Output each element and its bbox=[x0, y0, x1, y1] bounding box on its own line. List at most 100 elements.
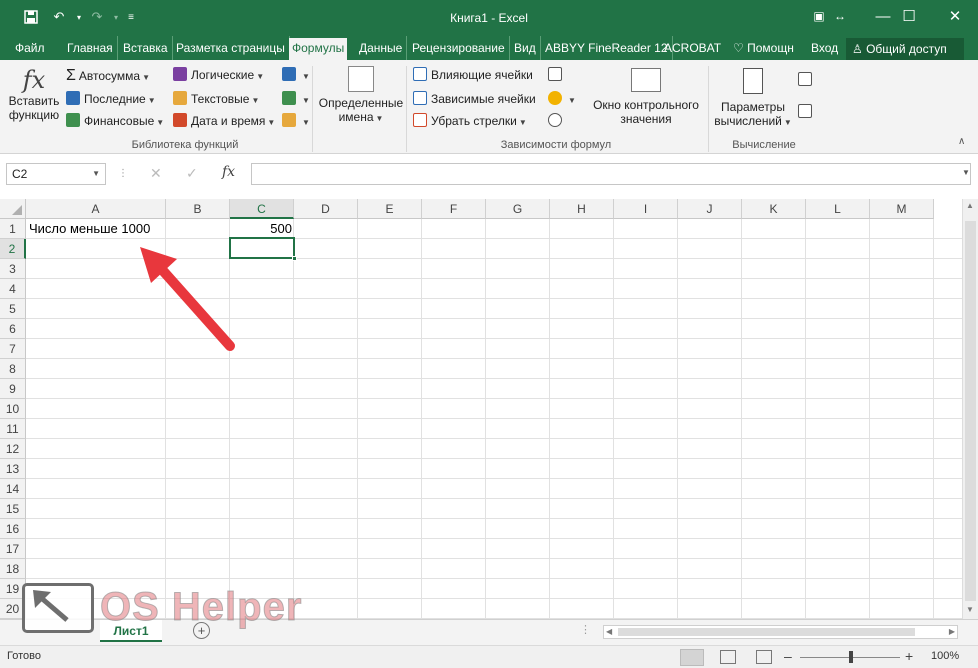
column-header-l[interactable]: L bbox=[806, 199, 870, 219]
column-header-j[interactable]: J bbox=[678, 199, 742, 219]
defined-names-button[interactable]: Определенные имена ▼ bbox=[318, 64, 404, 124]
scrollbar-thumb[interactable] bbox=[965, 221, 976, 601]
enter-icon[interactable]: ✓ bbox=[186, 165, 198, 182]
chevron-down-icon: ▼ bbox=[147, 96, 156, 105]
tab-formulas[interactable]: Формулы bbox=[289, 38, 348, 60]
text-button[interactable]: Текстовые ▼ bbox=[173, 91, 259, 106]
vertical-scrollbar[interactable]: ▲ ▼ bbox=[962, 199, 978, 619]
tab-abbyy[interactable]: ABBYY FineReader 12 bbox=[545, 36, 673, 60]
row-header-10[interactable]: 10 bbox=[0, 399, 26, 419]
trace-precedents-button[interactable]: Влияющие ячейки bbox=[413, 67, 533, 82]
cancel-icon[interactable]: ✕ bbox=[150, 165, 162, 182]
trace-dependents-button[interactable]: Зависимые ячейки bbox=[413, 91, 536, 106]
row-header-6[interactable]: 6 bbox=[0, 319, 26, 339]
horizontal-scrollbar-thumb[interactable] bbox=[618, 628, 915, 636]
column-header-i[interactable]: I bbox=[614, 199, 678, 219]
calc-options-button[interactable]: Параметры вычислений ▼ bbox=[712, 64, 794, 128]
normal-view-icon[interactable] bbox=[680, 649, 704, 666]
row-header-14[interactable]: 14 bbox=[0, 479, 26, 499]
logical-button[interactable]: Логические ▼ bbox=[173, 67, 264, 82]
tab-home[interactable]: Главная bbox=[67, 36, 118, 60]
tab-data[interactable]: Данные bbox=[359, 36, 408, 60]
calc-now-icon[interactable] bbox=[798, 72, 816, 87]
column-header-a[interactable]: A bbox=[26, 199, 166, 219]
row-header-7[interactable]: 7 bbox=[0, 339, 26, 359]
page-layout-view-icon[interactable] bbox=[720, 650, 736, 664]
column-header-h[interactable]: H bbox=[550, 199, 614, 219]
evaluate-formula-icon[interactable] bbox=[548, 113, 566, 128]
tab-acrobat[interactable]: ACROBAT bbox=[664, 36, 721, 60]
zoom-in-icon[interactable]: + bbox=[905, 648, 913, 664]
remove-arrows-button[interactable]: Убрать стрелки ▼ bbox=[413, 113, 527, 128]
row-header-11[interactable]: 11 bbox=[0, 419, 26, 439]
column-header-c[interactable]: C bbox=[230, 199, 294, 219]
expand-formula-icon[interactable]: ▼ bbox=[962, 168, 970, 177]
column-header-e[interactable]: E bbox=[358, 199, 422, 219]
zoom-slider-thumb[interactable] bbox=[849, 651, 853, 663]
row-header-8[interactable]: 8 bbox=[0, 359, 26, 379]
autosum-button[interactable]: Σ Автосумма ▼ bbox=[66, 67, 150, 85]
row-header-2[interactable]: 2 bbox=[0, 239, 26, 259]
row-header-15[interactable]: 15 bbox=[0, 499, 26, 519]
scroll-left-icon[interactable]: ◀ bbox=[606, 626, 612, 638]
column-header-g[interactable]: G bbox=[486, 199, 550, 219]
tab-insert[interactable]: Вставка bbox=[123, 36, 173, 60]
scroll-right-icon[interactable]: ▶ bbox=[949, 626, 955, 638]
ribbon-tabs: Файл Главная Вставка Разметка страницы Ф… bbox=[0, 36, 978, 60]
formula-input[interactable] bbox=[251, 163, 971, 185]
tab-page-layout[interactable]: Разметка страницы bbox=[176, 36, 290, 60]
insert-function-button[interactable]: fx Вставить функцию bbox=[8, 66, 60, 122]
row-header-3[interactable]: 3 bbox=[0, 259, 26, 279]
warning-glyph bbox=[548, 91, 562, 105]
page-break-view-icon[interactable] bbox=[756, 650, 772, 664]
row-header-4[interactable]: 4 bbox=[0, 279, 26, 299]
column-header-m[interactable]: M bbox=[870, 199, 934, 219]
row-header-16[interactable]: 16 bbox=[0, 519, 26, 539]
name-box[interactable]: C2 ▼ bbox=[6, 163, 106, 185]
row-header-17[interactable]: 17 bbox=[0, 539, 26, 559]
more-functions-button[interactable]: ▼ bbox=[282, 113, 310, 128]
cell-a1[interactable]: Число меньше 1000 bbox=[29, 219, 150, 239]
maximize-button[interactable]: ☐ bbox=[886, 0, 932, 32]
error-checking-icon[interactable]: ▼ bbox=[548, 91, 576, 106]
tab-split-icon[interactable]: ⋮ bbox=[580, 623, 591, 636]
insert-function-icon[interactable]: fx bbox=[222, 164, 235, 180]
row-header-1[interactable]: 1 bbox=[0, 219, 26, 239]
sign-in-link[interactable]: Вход bbox=[811, 36, 838, 60]
watch-window-button[interactable]: Окно контрольного значения bbox=[588, 64, 704, 126]
datetime-button[interactable]: Дата и время ▼ bbox=[173, 113, 275, 128]
tab-file[interactable]: Файл bbox=[15, 36, 45, 60]
collapse-ribbon-icon[interactable]: ∧ bbox=[958, 136, 965, 147]
horizontal-scrollbar[interactable]: ◀ ▶ bbox=[603, 625, 958, 639]
worksheet-grid[interactable]: ABCDEFGHIJKLM 1 2 3 4 5 6 7 8 9 10 11 12 13 14 15 16 17 1… bbox=[0, 199, 962, 619]
tab-review[interactable]: Рецензирование bbox=[412, 36, 510, 60]
scroll-down-icon[interactable]: ▼ bbox=[966, 605, 974, 614]
financial-button[interactable]: Финансовые ▼ bbox=[66, 113, 164, 128]
cell-c1[interactable]: 500 bbox=[230, 219, 292, 239]
resize-handle-icon[interactable]: ⋮ bbox=[118, 168, 128, 179]
row-header-12[interactable]: 12 bbox=[0, 439, 26, 459]
tell-me[interactable]: ♡ Помощн bbox=[733, 36, 794, 60]
fill-handle[interactable] bbox=[292, 256, 297, 261]
close-button[interactable]: ✕ bbox=[932, 0, 978, 32]
column-header-k[interactable]: K bbox=[742, 199, 806, 219]
column-header-d[interactable]: D bbox=[294, 199, 358, 219]
resize-arrows-icon[interactable]: ↔ bbox=[830, 0, 850, 32]
show-formulas-icon[interactable] bbox=[548, 67, 566, 82]
lookup-button[interactable]: ▼ bbox=[282, 67, 310, 82]
row-header-13[interactable]: 13 bbox=[0, 459, 26, 479]
tab-view[interactable]: Вид bbox=[514, 36, 541, 60]
scroll-up-icon[interactable]: ▲ bbox=[966, 201, 974, 210]
ribbon-divider bbox=[312, 66, 313, 152]
row-header-9[interactable]: 9 bbox=[0, 379, 26, 399]
zoom-level[interactable]: 100% bbox=[931, 650, 959, 662]
row-header-18[interactable]: 18 bbox=[0, 559, 26, 579]
column-header-f[interactable]: F bbox=[422, 199, 486, 219]
zoom-out-icon[interactable]: – bbox=[784, 648, 792, 664]
row-header-5[interactable]: 5 bbox=[0, 299, 26, 319]
share-button[interactable]: ♙ Общий доступ bbox=[846, 38, 964, 60]
math-button[interactable]: ▼ bbox=[282, 91, 310, 106]
column-header-b[interactable]: B bbox=[166, 199, 230, 219]
recent-button[interactable]: Последние ▼ bbox=[66, 91, 156, 106]
calc-sheet-icon[interactable] bbox=[798, 104, 816, 119]
